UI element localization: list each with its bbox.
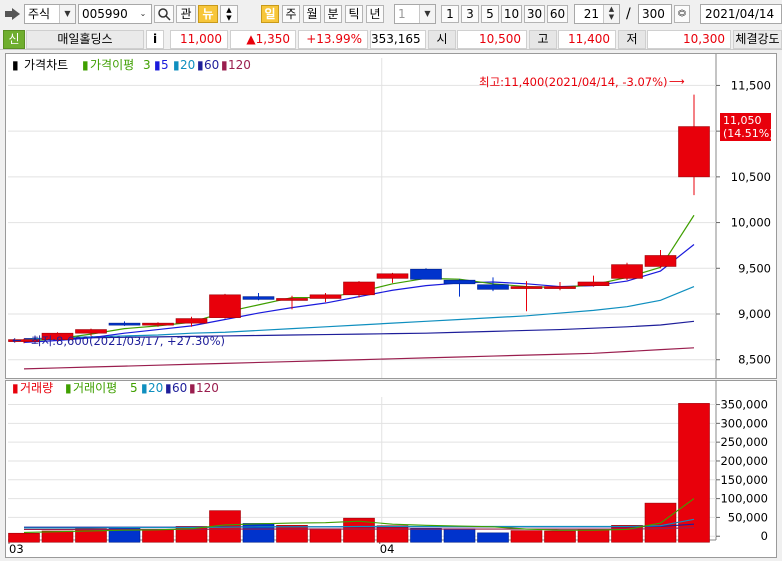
- legend-vma120: 120: [196, 381, 219, 395]
- legend-volume-ma: 거래이평: [73, 381, 117, 395]
- volume-bar: [242, 523, 275, 543]
- volume-bar: [544, 530, 576, 543]
- volume-bar: [510, 530, 543, 543]
- volume-bar: [477, 532, 509, 543]
- price-y-tick-label: 8,500: [738, 353, 771, 367]
- ma120-line: [23, 347, 695, 370]
- candle-body: [410, 268, 442, 280]
- legend-ma20-bullet: ▮: [173, 58, 180, 72]
- candle-body: [209, 294, 241, 318]
- candle-body: [510, 286, 543, 289]
- legend-ma120-bullet: ▮: [221, 58, 228, 72]
- volume-bar: [443, 528, 476, 543]
- volume-y-tick-label: 50,000: [728, 510, 768, 524]
- volume-y-tick-label: 0: [761, 529, 768, 543]
- legend-ma3: 3: [143, 58, 151, 72]
- legend-ma60-bullet: ▮: [197, 58, 204, 72]
- candle-body: [108, 322, 141, 326]
- candle-body: [276, 298, 308, 301]
- volume-bar: [410, 528, 442, 543]
- high-annotation: 최고:11,400(2021/04/14, -3.07%): [479, 75, 668, 89]
- volume-bar: [41, 530, 74, 543]
- last-price-percent: (14.51%): [723, 127, 774, 140]
- legend-price-ma: 가격이평: [90, 58, 134, 72]
- candle-body: [678, 126, 710, 178]
- legend-ma5-bullet: ▮: [154, 58, 161, 72]
- chart-area: 8,5009,0009,50010,00010,50011,00011,500 …: [8, 54, 774, 556]
- legend-price-bullet: ▮: [12, 58, 19, 72]
- volume-y-tick-label: 350,000: [720, 398, 768, 412]
- candle-body: [577, 281, 610, 286]
- legend-price-chart: 가격차트: [24, 58, 68, 72]
- x-tick-label: 03: [9, 542, 24, 556]
- volume-y-tick-label: 300,000: [720, 416, 768, 430]
- candle-body: [611, 264, 643, 279]
- low-annotation-arrow: ←: [12, 333, 22, 347]
- legend-vma120-bullet: ▮: [189, 381, 196, 395]
- volume-bar: [577, 528, 610, 543]
- low-annotation: 최저:8,600(2021/03/17, +27.30%): [31, 334, 225, 348]
- volume-y-tick-label: 100,000: [720, 492, 768, 506]
- candle-body: [443, 279, 476, 285]
- price-y-tick-label: 10,500: [731, 170, 771, 184]
- candle-body: [644, 255, 677, 267]
- legend-vma-bullet: ▮: [65, 381, 72, 395]
- legend-vma60-bullet: ▮: [165, 381, 172, 395]
- candle-body: [175, 318, 208, 324]
- candle-body: [75, 329, 107, 334]
- legend-vol-bullet: ▮: [12, 381, 19, 395]
- candle-body: [477, 284, 509, 290]
- legend-volume: 거래량: [20, 381, 53, 395]
- legend-ma20: 20: [180, 58, 195, 72]
- candle-body: [309, 294, 342, 299]
- legend-ma5: 5: [161, 58, 169, 72]
- volume-bar: [376, 525, 409, 543]
- legend-ma120: 120: [228, 58, 251, 72]
- volume-bar: [142, 529, 174, 543]
- candle-body: [242, 296, 275, 300]
- candle-body: [343, 281, 375, 296]
- candle-body: [544, 286, 576, 289]
- volume-y-tick-label: 150,000: [720, 473, 768, 487]
- last-price-value: 11,050: [723, 114, 762, 127]
- volume-y-tick-label: 250,000: [720, 435, 768, 449]
- candle-body: [142, 322, 174, 326]
- price-y-tick-label: 9,500: [738, 261, 771, 275]
- legend-vma20: 20: [148, 381, 163, 395]
- legend-ma60: 60: [204, 58, 219, 72]
- legend-ma-bullet: ▮: [82, 58, 89, 72]
- volume-y-tick-label: 200,000: [720, 454, 768, 468]
- price-y-tick-label: 9,000: [738, 307, 771, 321]
- price-y-tick-label: 10,000: [731, 216, 771, 230]
- volume-bar: [8, 532, 40, 543]
- candle-body: [376, 273, 409, 279]
- x-tick-label: 04: [380, 542, 395, 556]
- price-y-tick-label: 11,500: [731, 78, 771, 92]
- legend-vma60: 60: [172, 381, 187, 395]
- high-annotation-arrow: ⟶: [669, 75, 685, 88]
- legend-vma20-bullet: ▮: [141, 381, 148, 395]
- volume-bar: [309, 528, 342, 543]
- volume-bar: [276, 525, 308, 543]
- legend-vma5: 5: [130, 381, 138, 395]
